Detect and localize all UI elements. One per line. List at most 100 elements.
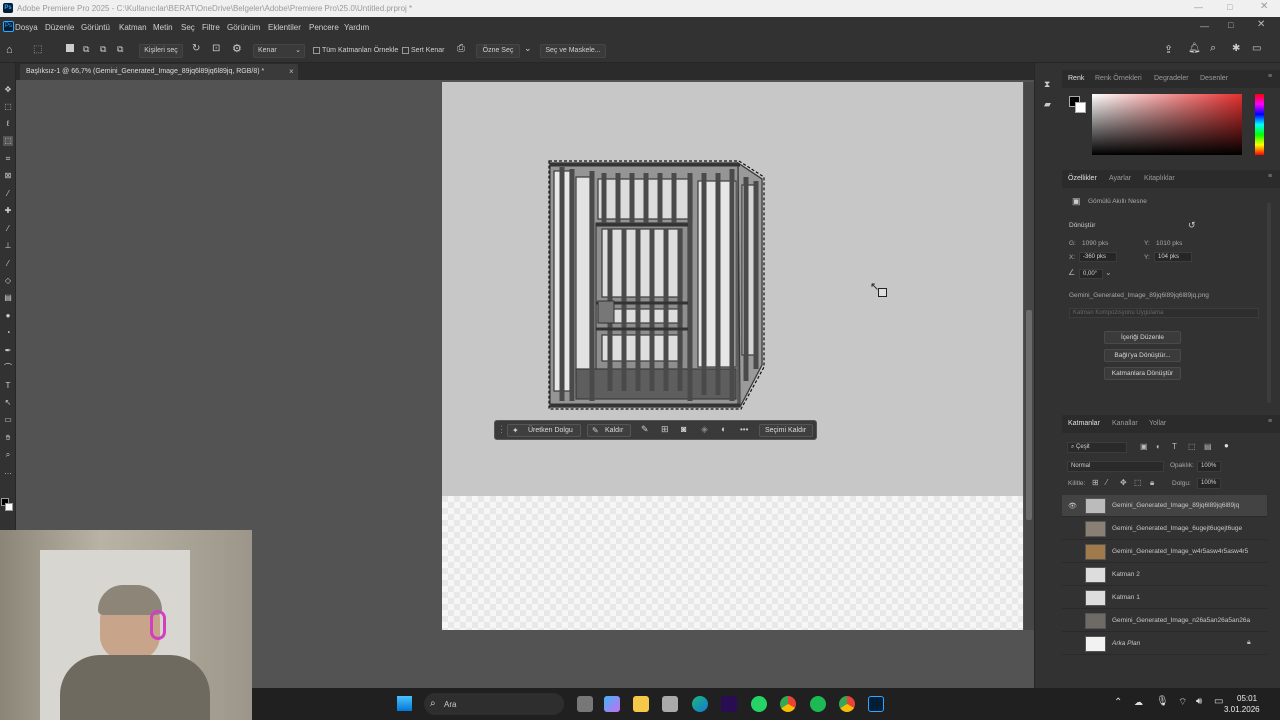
stamp-tool-icon[interactable]: ⊥ — [3, 241, 13, 251]
layer-row[interactable]: Gemini_Generated_Image_w4r5asw4r5asw4r5 — [1062, 541, 1267, 563]
marquee-tool-icon[interactable]: ⬚ — [3, 102, 13, 112]
x-field[interactable]: -360 pks — [1079, 252, 1117, 262]
filter-pixel-icon[interactable]: ▣ — [1140, 442, 1148, 451]
lock-pixels-icon[interactable]: ⊞ — [1092, 478, 1099, 487]
tab-adjustments[interactable]: Ayarlar — [1109, 175, 1131, 182]
blend-mode-select[interactable]: Normal — [1067, 461, 1164, 472]
hue-slider[interactable] — [1255, 94, 1264, 155]
bg-color-swatch[interactable] — [1075, 102, 1086, 113]
intersect-selection-icon[interactable]: ⧉ — [117, 44, 123, 55]
spotify-icon[interactable] — [810, 696, 826, 712]
scrollbar-thumb[interactable] — [1026, 310, 1032, 520]
adjust-icon[interactable]: ◐ — [721, 424, 726, 434]
filter-adjust-icon[interactable]: ◐ — [1156, 442, 1161, 451]
store-icon[interactable] — [662, 696, 678, 712]
history-brush-icon[interactable]: ⁄ — [3, 259, 13, 269]
lasso-tool-icon[interactable]: ℓ — [3, 119, 13, 129]
tray-wifi-icon[interactable]: ⌔ — [1178, 696, 1187, 709]
fill-field[interactable]: 100% — [1197, 478, 1221, 489]
tab-libraries[interactable]: Kitaplıklar — [1144, 175, 1175, 182]
tab-gradients[interactable]: Degradeler — [1154, 75, 1189, 82]
clock-time[interactable]: 05:01 — [1237, 694, 1257, 703]
tray-mic-icon[interactable]: 🎙︎ — [1156, 696, 1169, 707]
win-restore-icon[interactable]: □ — [1228, 20, 1233, 30]
history-icon[interactable]: ⧗ — [1044, 79, 1050, 90]
deselect-button[interactable]: Seçimi Kaldır — [759, 424, 813, 437]
properties-menu-icon[interactable]: ≡ — [1268, 173, 1272, 180]
layer-filter-select[interactable]: ⌕ Çeşit — [1067, 442, 1127, 453]
clock-date[interactable]: 3.01.2026 — [1224, 705, 1260, 714]
tray-onedrive-icon[interactable]: ☁ — [1134, 697, 1143, 708]
cage-image[interactable] — [540, 155, 772, 417]
menu-katman[interactable]: Katman — [119, 23, 147, 32]
menu-pencere[interactable]: Pencere — [309, 23, 339, 32]
win-close-icon[interactable]: ✕ — [1257, 19, 1265, 30]
gradient-tool-icon[interactable]: ▤ — [3, 293, 13, 303]
menu-dosya[interactable]: Dosya — [15, 23, 38, 32]
angle-field[interactable]: 0,00° — [1079, 269, 1103, 279]
menu-yardim[interactable]: Yardım — [344, 23, 369, 32]
layer-row[interactable]: 👁︎ Gemini_Generated_Image_89jq6l89jq6l89… — [1062, 495, 1267, 517]
menu-goruntu[interactable]: Görüntü — [81, 23, 110, 32]
gear-icon[interactable]: ⚙ — [232, 42, 242, 55]
copilot-icon[interactable] — [604, 696, 620, 712]
subject-dropdown-icon[interactable]: ⌄ — [524, 43, 532, 54]
mask-icon[interactable]: ◙ — [681, 424, 686, 434]
home-icon[interactable]: ⌂ — [6, 44, 13, 56]
win-minimize-icon[interactable]: — — [1200, 21, 1209, 31]
refresh-icon[interactable]: ↻ — [192, 43, 200, 54]
lock-artboard-icon[interactable]: ⬚ — [1134, 478, 1142, 487]
search-icon[interactable]: ⌕ — [1210, 42, 1216, 55]
crop-tool-icon[interactable]: ⌗ — [3, 154, 13, 164]
filter-type-icon[interactable]: T — [1172, 442, 1177, 451]
opacity-field[interactable]: 100% — [1197, 461, 1221, 472]
more-options-icon[interactable]: ••• — [740, 425, 748, 434]
layer-row[interactable]: Arka Plan 🔒︎ — [1062, 633, 1267, 655]
convert-linked-button[interactable]: Bağlı'ya Dönüştür... — [1104, 349, 1181, 362]
remove-button[interactable]: ✎ Kaldır — [587, 424, 631, 437]
menu-gorunum[interactable]: Görünüm — [227, 23, 260, 32]
modify-selection-icon[interactable]: ✎ — [641, 424, 649, 435]
dodge-tool-icon[interactable]: ◔ — [3, 328, 13, 338]
hand-tool-icon[interactable]: ✋︎ — [3, 433, 13, 443]
filter-toggle-icon[interactable]: ● — [1224, 441, 1229, 450]
tray-volume-icon[interactable]: 🔊︎ — [1196, 696, 1202, 707]
workspace-icon[interactable]: ▭ — [1252, 43, 1261, 54]
chrome-icon[interactable] — [780, 696, 796, 712]
tab-channels[interactable]: Kanallar — [1112, 420, 1138, 427]
move-tool-icon[interactable]: ✥ — [3, 85, 13, 95]
layer-comp-select[interactable]: Katman Kompozisyonu Uygulama — [1069, 308, 1259, 318]
menu-duzenle[interactable]: Düzenle — [45, 23, 74, 32]
height-value[interactable]: 1010 pks — [1156, 240, 1182, 247]
tray-chevron-icon[interactable]: ⌃ — [1114, 697, 1122, 708]
pen-tool-icon[interactable]: ✒ — [3, 346, 13, 356]
document-tab[interactable]: Başlıksız-1 @ 66,7% (Gemini_Generated_Im… — [20, 64, 298, 80]
angle-dropdown-icon[interactable]: ⌄ — [1105, 268, 1112, 277]
filter-smart-icon[interactable]: ▤ — [1204, 442, 1212, 451]
photoshop-taskbar-icon[interactable] — [868, 696, 884, 712]
menu-eklentiler[interactable]: Eklentiler — [268, 23, 301, 32]
windows-start-icon[interactable] — [397, 696, 412, 711]
menu-metin[interactable]: Metin — [153, 23, 173, 32]
lock-paint-icon[interactable]: ⁄ — [1106, 478, 1107, 487]
close-tab-icon[interactable]: × — [289, 67, 294, 76]
menu-filtre[interactable]: Filtre — [202, 23, 220, 32]
zoom-tool-icon[interactable]: ⌕ — [3, 450, 13, 460]
maximize-icon[interactable]: □ — [1227, 2, 1232, 12]
lock-position-icon[interactable]: ✥ — [1120, 478, 1127, 487]
tab-layers[interactable]: Katmanlar — [1068, 420, 1100, 427]
close-icon[interactable]: ✕ — [1260, 1, 1268, 12]
brush-tool-icon[interactable]: ⁄ — [3, 224, 13, 234]
chrome2-icon[interactable] — [839, 696, 855, 712]
tray-battery-icon[interactable]: ▭ — [1214, 696, 1223, 707]
tab-paths[interactable]: Yollar — [1149, 420, 1166, 427]
tab-color[interactable]: Renk — [1068, 75, 1084, 82]
blur-tool-icon[interactable]: ● — [3, 311, 13, 321]
hard-edge-checkbox[interactable] — [402, 47, 409, 54]
frame-tool-icon[interactable]: ⊠ — [3, 171, 13, 181]
print-icon[interactable]: ⎙ — [457, 43, 465, 54]
taskview-icon[interactable] — [577, 696, 593, 712]
filter-shape-icon[interactable]: ⬚ — [1188, 442, 1196, 451]
width-value[interactable]: 1090 pks — [1082, 240, 1108, 247]
convert-layers-button[interactable]: Katmanlara Dönüştür — [1104, 367, 1181, 380]
